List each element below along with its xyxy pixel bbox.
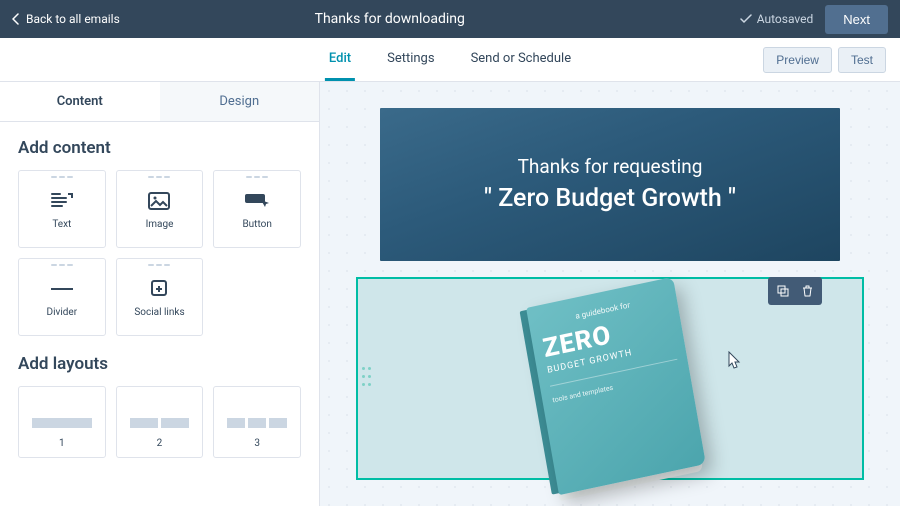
tab-settings[interactable]: Settings [383,38,438,81]
test-button[interactable]: Test [838,47,886,73]
preview-button[interactable]: Preview [763,47,832,73]
sub-nav: Edit Settings Send or Schedule Preview T… [0,38,900,82]
layout-tile-2[interactable]: 2 [116,386,204,458]
cursor-icon [726,351,742,371]
layout-preview-icon [130,418,190,428]
layout-label: 3 [254,438,260,449]
content-tile-text[interactable]: Text [18,170,106,248]
sidebar: Content Design Add content Text [0,82,320,506]
layout-tile-1[interactable]: 1 [18,386,106,458]
hero-block[interactable]: Thanks for requesting " Zero Budget Grow… [380,108,840,261]
drag-handle-icon [148,176,170,179]
next-button[interactable]: Next [825,5,888,34]
copy-icon [777,285,789,297]
drag-handle-icon[interactable] [362,367,372,389]
chevron-left-icon [12,13,20,25]
divider-icon [50,277,74,301]
content-tile-button[interactable]: Button [213,170,301,248]
book-footer: tools and templates [552,369,681,404]
layout-tile-3[interactable]: 3 [213,386,301,458]
tile-label: Social links [134,307,184,318]
sidebar-tab-design[interactable]: Design [160,82,320,122]
drag-handle-icon [148,264,170,267]
social-links-icon [148,277,170,301]
layout-label: 2 [157,438,163,449]
tile-label: Divider [47,307,78,318]
layout-label: 1 [59,438,65,449]
autosaved-indicator: Autosaved [740,12,814,26]
content-tile-divider[interactable]: Divider [18,258,106,336]
sidebar-tab-content[interactable]: Content [0,82,160,122]
drag-handle-icon [246,176,268,179]
tile-label: Text [52,219,71,230]
page-title: Thanks for downloading [40,11,740,27]
content-tile-image[interactable]: Image [116,170,204,248]
autosaved-label: Autosaved [757,12,814,26]
book-image: a guidebook for ZERO BUDGET GROWTH tools… [526,277,706,495]
hero-text-line1: Thanks for requesting [518,155,703,178]
duplicate-button[interactable] [772,281,794,301]
block-toolbar [768,277,822,305]
email-canvas[interactable]: Thanks for requesting " Zero Budget Grow… [320,82,900,506]
add-layouts-heading: Add layouts [18,354,301,374]
tab-send-or-schedule[interactable]: Send or Schedule [467,38,576,81]
image-icon [148,189,170,213]
selected-image-block[interactable]: a guidebook for ZERO BUDGET GROWTH tools… [356,277,864,480]
tile-label: Image [146,219,174,230]
tile-label: Button [242,219,271,230]
tab-edit[interactable]: Edit [325,38,355,81]
trash-icon [802,285,813,297]
button-icon [244,189,270,213]
drag-handle-icon [51,176,73,179]
delete-button[interactable] [796,281,818,301]
drag-handle-icon [51,264,73,267]
layout-preview-icon [227,418,287,428]
text-icon [50,189,74,213]
content-tile-social-links[interactable]: Social links [116,258,204,336]
hero-text-line2: " Zero Budget Growth " [484,184,736,213]
check-icon [740,13,752,25]
top-bar: Back to all emails Thanks for downloadin… [0,0,900,38]
add-content-heading: Add content [18,138,301,158]
layout-preview-icon [32,418,92,428]
